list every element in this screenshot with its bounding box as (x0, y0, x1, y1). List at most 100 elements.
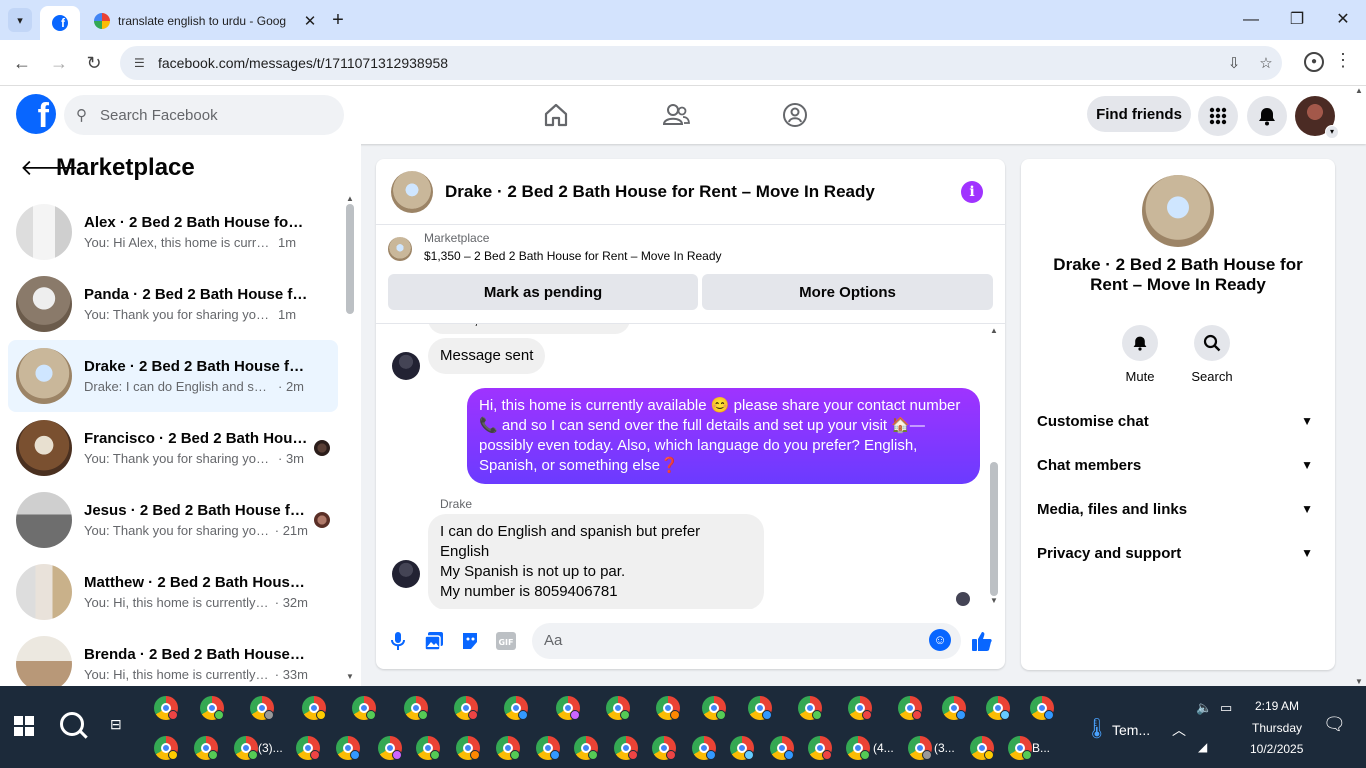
tab-facebook[interactable]: f (40, 6, 80, 40)
chat-scrollbar[interactable] (990, 462, 998, 596)
find-friends-button[interactable]: Find friends (1087, 96, 1191, 132)
conversation-item[interactable]: Alex · 2 Bed 2 Bath House for Re... You:… (8, 196, 338, 268)
privacy-support-section[interactable]: Privacy and support ▼ (1037, 535, 1319, 571)
search-icon: ⚲ (76, 107, 87, 124)
conversation-name: Francisco · 2 Bed 2 Bath Hous... (84, 430, 308, 447)
conversation-name: Alex · 2 Bed 2 Bath House for Re... (84, 214, 308, 231)
back-arrow-icon[interactable]: 🡐 (20, 155, 79, 181)
windows-start-icon[interactable] (14, 716, 34, 736)
emoji-icon[interactable]: ☺ (929, 629, 951, 651)
conversation-item[interactable]: Francisco · 2 Bed 2 Bath Hous... You: Th… (8, 412, 338, 484)
back-button[interactable]: ← (9, 50, 35, 76)
conversation-item-active[interactable]: Drake · 2 Bed 2 Bath House for ... Drake… (8, 340, 338, 412)
scroll-up-arrow[interactable]: ▲ (346, 194, 354, 203)
tab-close-icon[interactable]: ✕ (300, 12, 320, 30)
clock-day[interactable]: Thursday (1252, 721, 1302, 735)
read-receipt-avatar (956, 592, 970, 606)
listing-thumbnail (16, 276, 72, 332)
browser-menu-icon[interactable]: ⋮ (1334, 50, 1352, 71)
task-view-icon[interactable]: ⊟ (110, 716, 122, 733)
taskbar-window-label: (4... (873, 741, 894, 755)
media-files-links-section[interactable]: Media, files and links ▼ (1037, 491, 1319, 527)
conversation-item[interactable]: Jesus · 2 Bed 2 Bath House for... You: T… (8, 484, 338, 556)
mute-action[interactable]: Mute (1110, 325, 1170, 384)
tab-search-button[interactable]: ▾ (8, 8, 32, 32)
scroll-down-arrow[interactable]: ▼ (990, 596, 998, 605)
google-favicon-icon (94, 13, 110, 29)
marketplace-listing-banner[interactable]: Marketplace $1,350 – 2 Bed 2 Bath House … (388, 231, 722, 263)
profile-badge-icon (666, 750, 676, 760)
home-icon[interactable] (536, 96, 576, 134)
install-app-icon[interactable]: ⇩ (1218, 54, 1250, 72)
scroll-up-arrow[interactable]: ▲ (1352, 86, 1366, 95)
profile-badge-icon (350, 750, 360, 760)
weather-label[interactable]: Tem... (1112, 722, 1150, 738)
restore-button[interactable]: ❐ (1282, 8, 1312, 32)
scroll-up-arrow[interactable]: ▲ (990, 326, 998, 335)
listing-thumbnail (16, 564, 72, 620)
search-icon (1194, 325, 1230, 361)
more-options-button[interactable]: More Options (702, 274, 993, 310)
taskbar-search-icon[interactable] (60, 712, 84, 736)
info-icon[interactable]: i (961, 181, 983, 203)
menu-grid-button[interactable] (1198, 96, 1238, 136)
search-facebook-input[interactable]: ⚲ Search Facebook (64, 95, 344, 135)
sidebar-scrollbar[interactable] (346, 204, 354, 314)
thumbs-up-icon[interactable] (970, 629, 994, 653)
profile-badge-icon (168, 750, 178, 760)
close-window-button[interactable]: ✕ (1328, 8, 1358, 32)
notifications-button[interactable] (1247, 96, 1287, 136)
notification-center-icon[interactable]: 🗨 (1323, 714, 1346, 735)
conversation-name: Brenda · 2 Bed 2 Bath House for... (84, 646, 308, 663)
browser-tab-strip: ▾ f translate english to urdu - Goog ✕ +… (0, 0, 1366, 40)
tab-google-translate[interactable]: translate english to urdu - Goog ✕ (84, 6, 320, 36)
new-tab-button[interactable]: + (326, 8, 350, 32)
message-composer: GIF Aa ☺ (376, 619, 1005, 663)
message-input[interactable]: Aa ☺ (532, 623, 961, 659)
sender-avatar (392, 352, 420, 380)
groups-icon[interactable] (775, 96, 815, 134)
section-label: Customise chat (1037, 412, 1149, 430)
address-bar[interactable]: ☰ facebook.com/messages/t/17110713129389… (120, 46, 1282, 80)
forward-button[interactable]: → (46, 50, 72, 76)
search-action[interactable]: Search (1182, 325, 1242, 384)
photo-icon[interactable] (422, 629, 446, 653)
facebook-logo[interactable]: f (16, 94, 56, 134)
scroll-down-arrow[interactable]: ▼ (346, 672, 354, 681)
clock-date[interactable]: 10/2/2025 (1250, 742, 1303, 756)
site-info-icon[interactable]: ☰ (134, 56, 152, 70)
conversation-name: Jesus · 2 Bed 2 Bath House for... (84, 502, 308, 519)
listing-profile-image[interactable] (1142, 175, 1214, 247)
chat-members-section[interactable]: Chat members ▼ (1037, 447, 1319, 483)
profile-icon[interactable]: ● (1304, 52, 1324, 72)
friends-icon[interactable] (656, 96, 696, 134)
sticker-icon[interactable] (458, 629, 482, 653)
wifi-icon[interactable]: ◢ (1198, 740, 1207, 754)
minimize-button[interactable]: — (1236, 8, 1266, 32)
battery-icon[interactable]: ▭ (1220, 700, 1232, 716)
reload-button[interactable]: ↻ (81, 50, 107, 76)
chat-title[interactable]: Drake · 2 Bed 2 Bath House for Rent – Mo… (445, 182, 875, 202)
page-scrollbar[interactable]: ▲ ▼ (1352, 86, 1366, 686)
facebook-favicon-icon: f (52, 15, 68, 31)
marketplace-sidebar: 🡐 Marketplace Alex · 2 Bed 2 Bath House … (0, 144, 361, 692)
account-avatar[interactable]: ▾ (1295, 96, 1339, 139)
conversation-preview: You: Hi, this home is currently ava... (84, 595, 271, 610)
scroll-down-arrow[interactable]: ▼ (1352, 677, 1366, 686)
speaker-icon[interactable]: 🔈 (1196, 700, 1212, 716)
gif-icon[interactable]: GIF (494, 629, 518, 653)
conversation-item[interactable]: Panda · 2 Bed 2 Bath House for ... You: … (8, 268, 338, 340)
conversation-item[interactable]: Matthew · 2 Bed 2 Bath House f... You: H… (8, 556, 338, 628)
microphone-icon[interactable] (386, 629, 410, 653)
chat-details-panel: Drake · 2 Bed 2 Bath House for Rent – Mo… (1021, 159, 1335, 670)
clock-time[interactable]: 2:19 AM (1255, 699, 1299, 713)
section-label: Media, files and links (1037, 500, 1188, 518)
customise-chat-section[interactable]: Customise chat ▼ (1037, 403, 1319, 439)
section-label: Chat members (1037, 456, 1142, 474)
mark-as-pending-button[interactable]: Mark as pending (388, 274, 698, 310)
bookmark-star-icon[interactable]: ☆ (1250, 54, 1282, 72)
thermometer-icon[interactable]: 🌡 (1084, 716, 1109, 741)
chat-header: Drake · 2 Bed 2 Bath House for Rent – Mo… (376, 159, 1005, 225)
chevron-up-icon[interactable]: ︿ (1172, 720, 1186, 740)
chat-thumbnail[interactable] (391, 170, 433, 213)
